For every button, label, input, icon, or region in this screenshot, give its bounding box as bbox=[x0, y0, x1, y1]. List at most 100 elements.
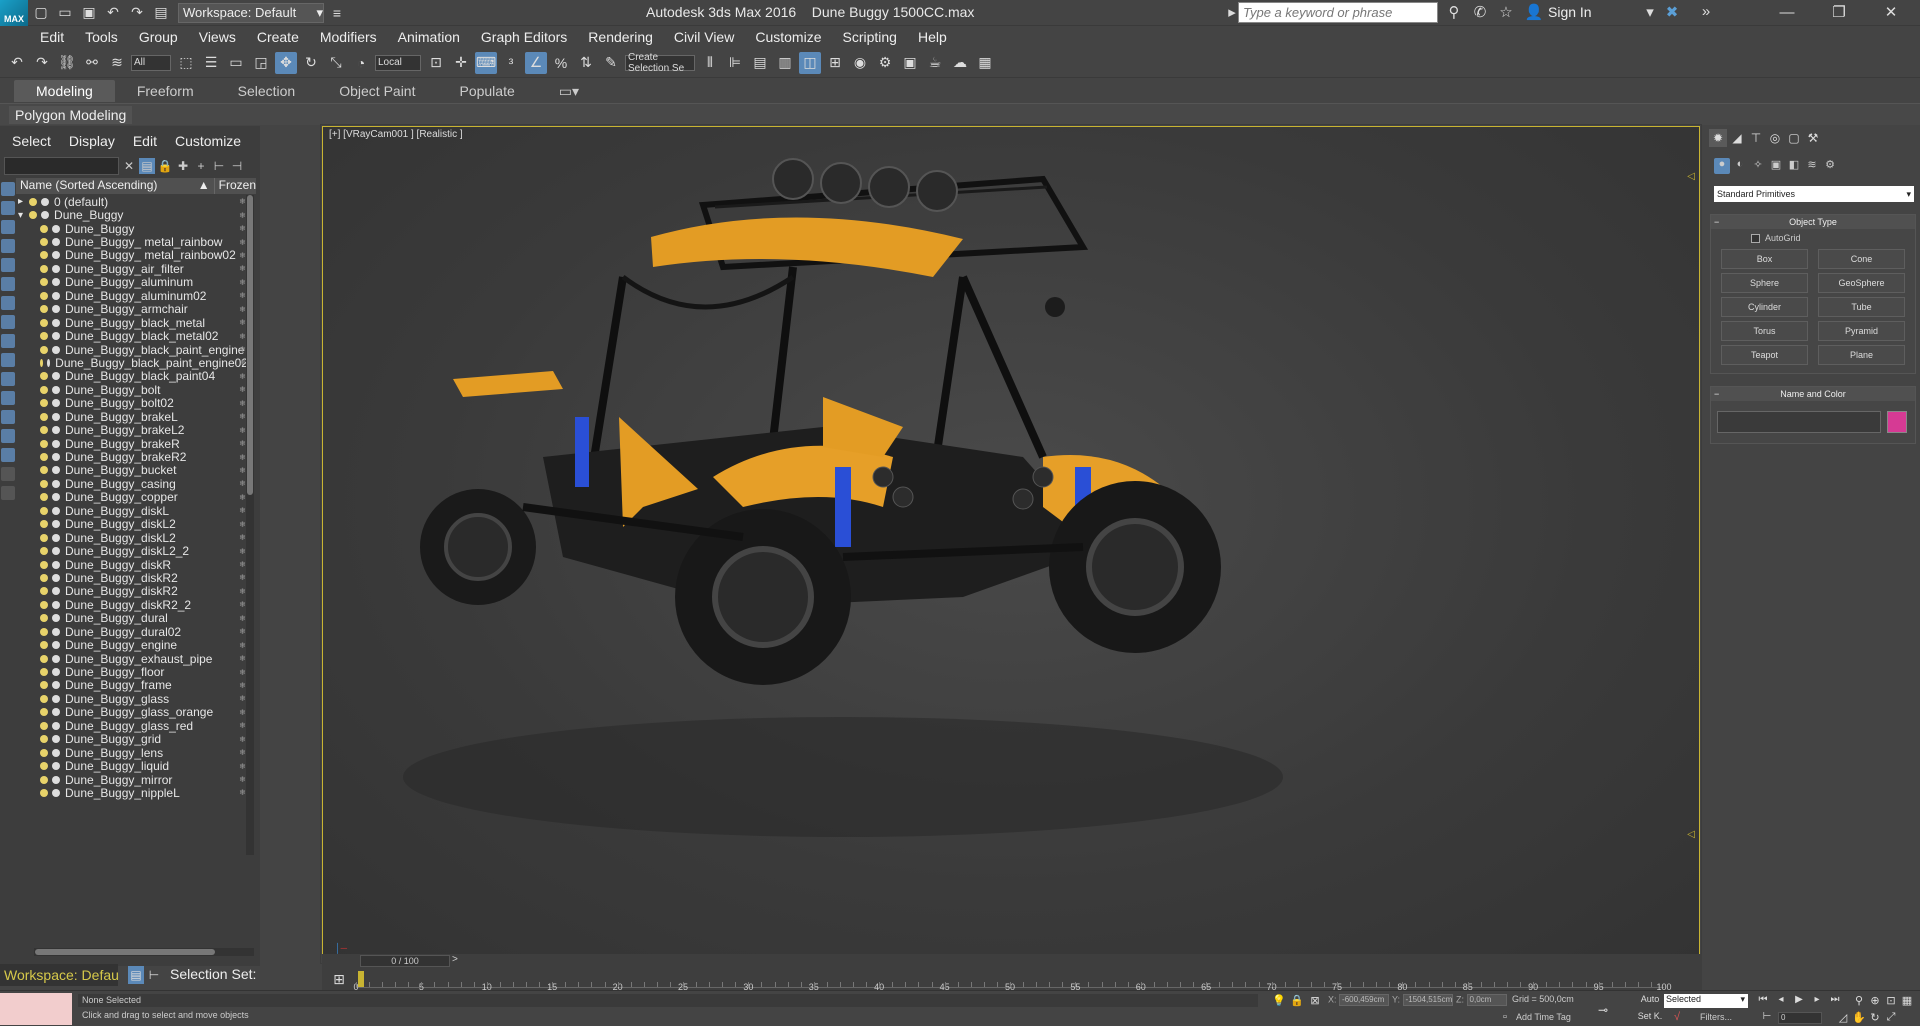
display-shapes-icon[interactable] bbox=[1, 201, 15, 215]
explorer-menu-display[interactable]: Display bbox=[69, 133, 115, 149]
next-frame-arrow-icon[interactable]: > bbox=[452, 954, 458, 965]
geometry-icon[interactable]: ● bbox=[1714, 158, 1730, 174]
display-containers-icon[interactable] bbox=[1, 353, 15, 367]
tree-row[interactable]: Dune_Buggy_diskL2_2 ❄ bbox=[16, 544, 248, 558]
tree-row[interactable]: Dune_Buggy_liquid ❄ bbox=[16, 759, 248, 773]
frozen-toggle-icon[interactable]: ❄ bbox=[239, 788, 246, 797]
filter-funnel-icon[interactable] bbox=[1, 467, 15, 481]
visibility-lightbulb-icon[interactable] bbox=[40, 735, 48, 744]
visibility-lightbulb-icon[interactable] bbox=[40, 627, 48, 636]
zoom-icon[interactable]: ⚲ bbox=[1852, 994, 1866, 1008]
display-helpers-icon[interactable] bbox=[1, 258, 15, 272]
menu-customize[interactable]: Customize bbox=[755, 29, 821, 45]
tree-row[interactable]: Dune_Buggy_mirror ❄ bbox=[16, 773, 248, 787]
visibility-lightbulb-icon[interactable] bbox=[40, 251, 48, 260]
select-children-icon[interactable]: ⊣ bbox=[229, 158, 245, 174]
binoculars-icon[interactable]: ⚲ bbox=[1444, 3, 1464, 23]
visibility-lightbulb-icon[interactable] bbox=[40, 426, 48, 435]
tree-row[interactable]: Dune_Buggy_ metal_rainbow02 ❄ bbox=[16, 248, 248, 262]
visibility-lightbulb-icon[interactable] bbox=[40, 278, 48, 287]
tree-row[interactable]: Dune_Buggy_brakeR2 ❄ bbox=[16, 450, 248, 464]
select-and-move-icon[interactable]: ✥ bbox=[275, 51, 297, 74]
tree-row[interactable]: Dune_Buggy_black_paint04 ❄ bbox=[16, 369, 248, 383]
redo-icon[interactable]: ↷ bbox=[126, 3, 148, 23]
collapse-arrow-icon[interactable]: ▾ bbox=[18, 210, 23, 221]
box-button[interactable]: Box bbox=[1721, 249, 1808, 269]
frozen-toggle-icon[interactable]: ❄ bbox=[239, 278, 246, 287]
tree-row[interactable]: Dune_Buggy_lens ❄ bbox=[16, 746, 248, 760]
tree-row[interactable]: Dune_Buggy_casing ❄ bbox=[16, 477, 248, 491]
tree-row[interactable]: Dune_Buggy_diskR2 ❄ bbox=[16, 584, 248, 598]
set-key-curve-icon[interactable]: √ bbox=[1670, 1011, 1684, 1025]
menu-modifiers[interactable]: Modifiers bbox=[320, 29, 377, 45]
tab-freeform[interactable]: Freeform bbox=[115, 80, 216, 102]
frozen-toggle-icon[interactable]: ❄ bbox=[239, 399, 246, 408]
tree-row[interactable]: Dune_Buggy_brakeL2 ❄ bbox=[16, 423, 248, 437]
tree-row[interactable]: Dune_Buggy_black_metal02 ❄ bbox=[16, 329, 248, 343]
workspace-label-bottom[interactable]: Workspace: Default bbox=[0, 964, 118, 986]
display-bones-icon[interactable] bbox=[1, 334, 15, 348]
frozen-toggle-icon[interactable]: ❄ bbox=[239, 332, 246, 341]
tree-row[interactable]: Dune_Buggy_grid ❄ bbox=[16, 732, 248, 746]
time-slider-thumb[interactable]: 0 / 100 bbox=[360, 955, 450, 967]
orbit-icon[interactable]: ↻ bbox=[1868, 1011, 1882, 1025]
undo-icon[interactable]: ↶ bbox=[6, 52, 28, 74]
a360-gallery-icon[interactable]: ▦ bbox=[974, 52, 996, 74]
frozen-toggle-icon[interactable]: ❄ bbox=[239, 668, 246, 677]
user-icon[interactable]: 👤 bbox=[1524, 3, 1544, 23]
render-setup-icon[interactable]: ⚙ bbox=[874, 52, 896, 74]
sort-by-layer-icon[interactable]: ▤ bbox=[139, 158, 155, 174]
motion-tab-icon[interactable]: ◎ bbox=[1766, 129, 1784, 147]
sphere-button[interactable]: Sphere bbox=[1721, 273, 1808, 293]
menu-scripting[interactable]: Scripting bbox=[842, 29, 896, 45]
display-hidden-icon[interactable] bbox=[1, 391, 15, 405]
visibility-lightbulb-icon[interactable] bbox=[40, 466, 48, 475]
visibility-lightbulb-icon[interactable] bbox=[40, 305, 48, 314]
visibility-lightbulb-icon[interactable] bbox=[40, 372, 48, 381]
display-all-icon[interactable] bbox=[1, 410, 15, 424]
select-object-icon[interactable]: ⬚ bbox=[175, 52, 197, 74]
search-input[interactable]: Type a keyword or phrase bbox=[1238, 2, 1438, 23]
next-frame-icon[interactable]: ▸ bbox=[1810, 994, 1824, 1008]
polygon-modeling-panel[interactable]: Polygon Modeling bbox=[9, 106, 133, 124]
visibility-lightbulb-icon[interactable] bbox=[40, 788, 48, 797]
tree-row[interactable]: Dune_Buggy_black_paint_engine02 ❄ bbox=[16, 356, 248, 370]
frozen-toggle-icon[interactable]: ❄ bbox=[239, 358, 246, 367]
tree-row[interactable]: Dune_Buggy_brakeL ❄ bbox=[16, 410, 248, 424]
tree-row[interactable]: Dune_Buggy_ metal_rainbow ❄ bbox=[16, 235, 248, 249]
ribbon-options-icon[interactable]: ▭▾ bbox=[537, 80, 601, 103]
tree-row[interactable]: Dune_Buggy_diskR ❄ bbox=[16, 558, 248, 572]
modify-tab-icon[interactable]: ◢ bbox=[1728, 129, 1746, 147]
frozen-toggle-icon[interactable]: ❄ bbox=[239, 238, 246, 247]
edit-named-selection-icon[interactable]: ✎ bbox=[600, 52, 622, 74]
create-tab-icon[interactable]: ✹ bbox=[1709, 129, 1727, 147]
tree-row[interactable]: Dune_Buggy_dural ❄ bbox=[16, 611, 248, 625]
selection-filter-dropdown[interactable]: All bbox=[131, 54, 171, 71]
tree-row[interactable]: Dune_Buggy_glass ❄ bbox=[16, 692, 248, 706]
hierarchy-icon[interactable] bbox=[1, 486, 15, 500]
redo-icon[interactable]: ↷ bbox=[31, 52, 53, 74]
space-warps-icon[interactable]: ≋ bbox=[1804, 158, 1820, 174]
play-animation-icon[interactable]: ▶ bbox=[1792, 994, 1806, 1008]
close-button[interactable]: ✕ bbox=[1868, 0, 1914, 26]
visibility-lightbulb-icon[interactable] bbox=[40, 721, 48, 730]
tree-row[interactable]: ▸ 0 (default) ❄ bbox=[16, 195, 248, 209]
frozen-toggle-icon[interactable]: ❄ bbox=[239, 385, 246, 394]
tree-row[interactable]: Dune_Buggy_glass_red ❄ bbox=[16, 719, 248, 733]
tab-populate[interactable]: Populate bbox=[437, 80, 536, 102]
display-tab-icon[interactable]: ▢ bbox=[1785, 129, 1803, 147]
bind-to-space-warp-icon[interactable]: ≋ bbox=[106, 52, 128, 74]
frozen-toggle-icon[interactable]: ❄ bbox=[239, 211, 246, 220]
z-coordinate-field[interactable]: 0,0cm bbox=[1466, 994, 1507, 1006]
clear-search-icon[interactable]: ✕ bbox=[121, 158, 137, 174]
frozen-toggle-icon[interactable]: ❄ bbox=[239, 479, 246, 488]
material-editor-icon[interactable]: ◉ bbox=[849, 52, 871, 74]
window-crossing-icon[interactable]: ◲ bbox=[250, 52, 272, 74]
tree-row[interactable]: Dune_Buggy_copper ❄ bbox=[16, 490, 248, 504]
frozen-toggle-icon[interactable]: ❄ bbox=[239, 251, 246, 260]
frozen-toggle-icon[interactable]: ❄ bbox=[239, 587, 246, 596]
x-coordinate-field[interactable]: -600,459cm bbox=[1339, 994, 1390, 1006]
tree-row[interactable]: Dune_Buggy_floor ❄ bbox=[16, 665, 248, 679]
spinner-snap-icon[interactable]: ⇅ bbox=[575, 52, 597, 74]
frozen-toggle-icon[interactable]: ❄ bbox=[239, 654, 246, 663]
